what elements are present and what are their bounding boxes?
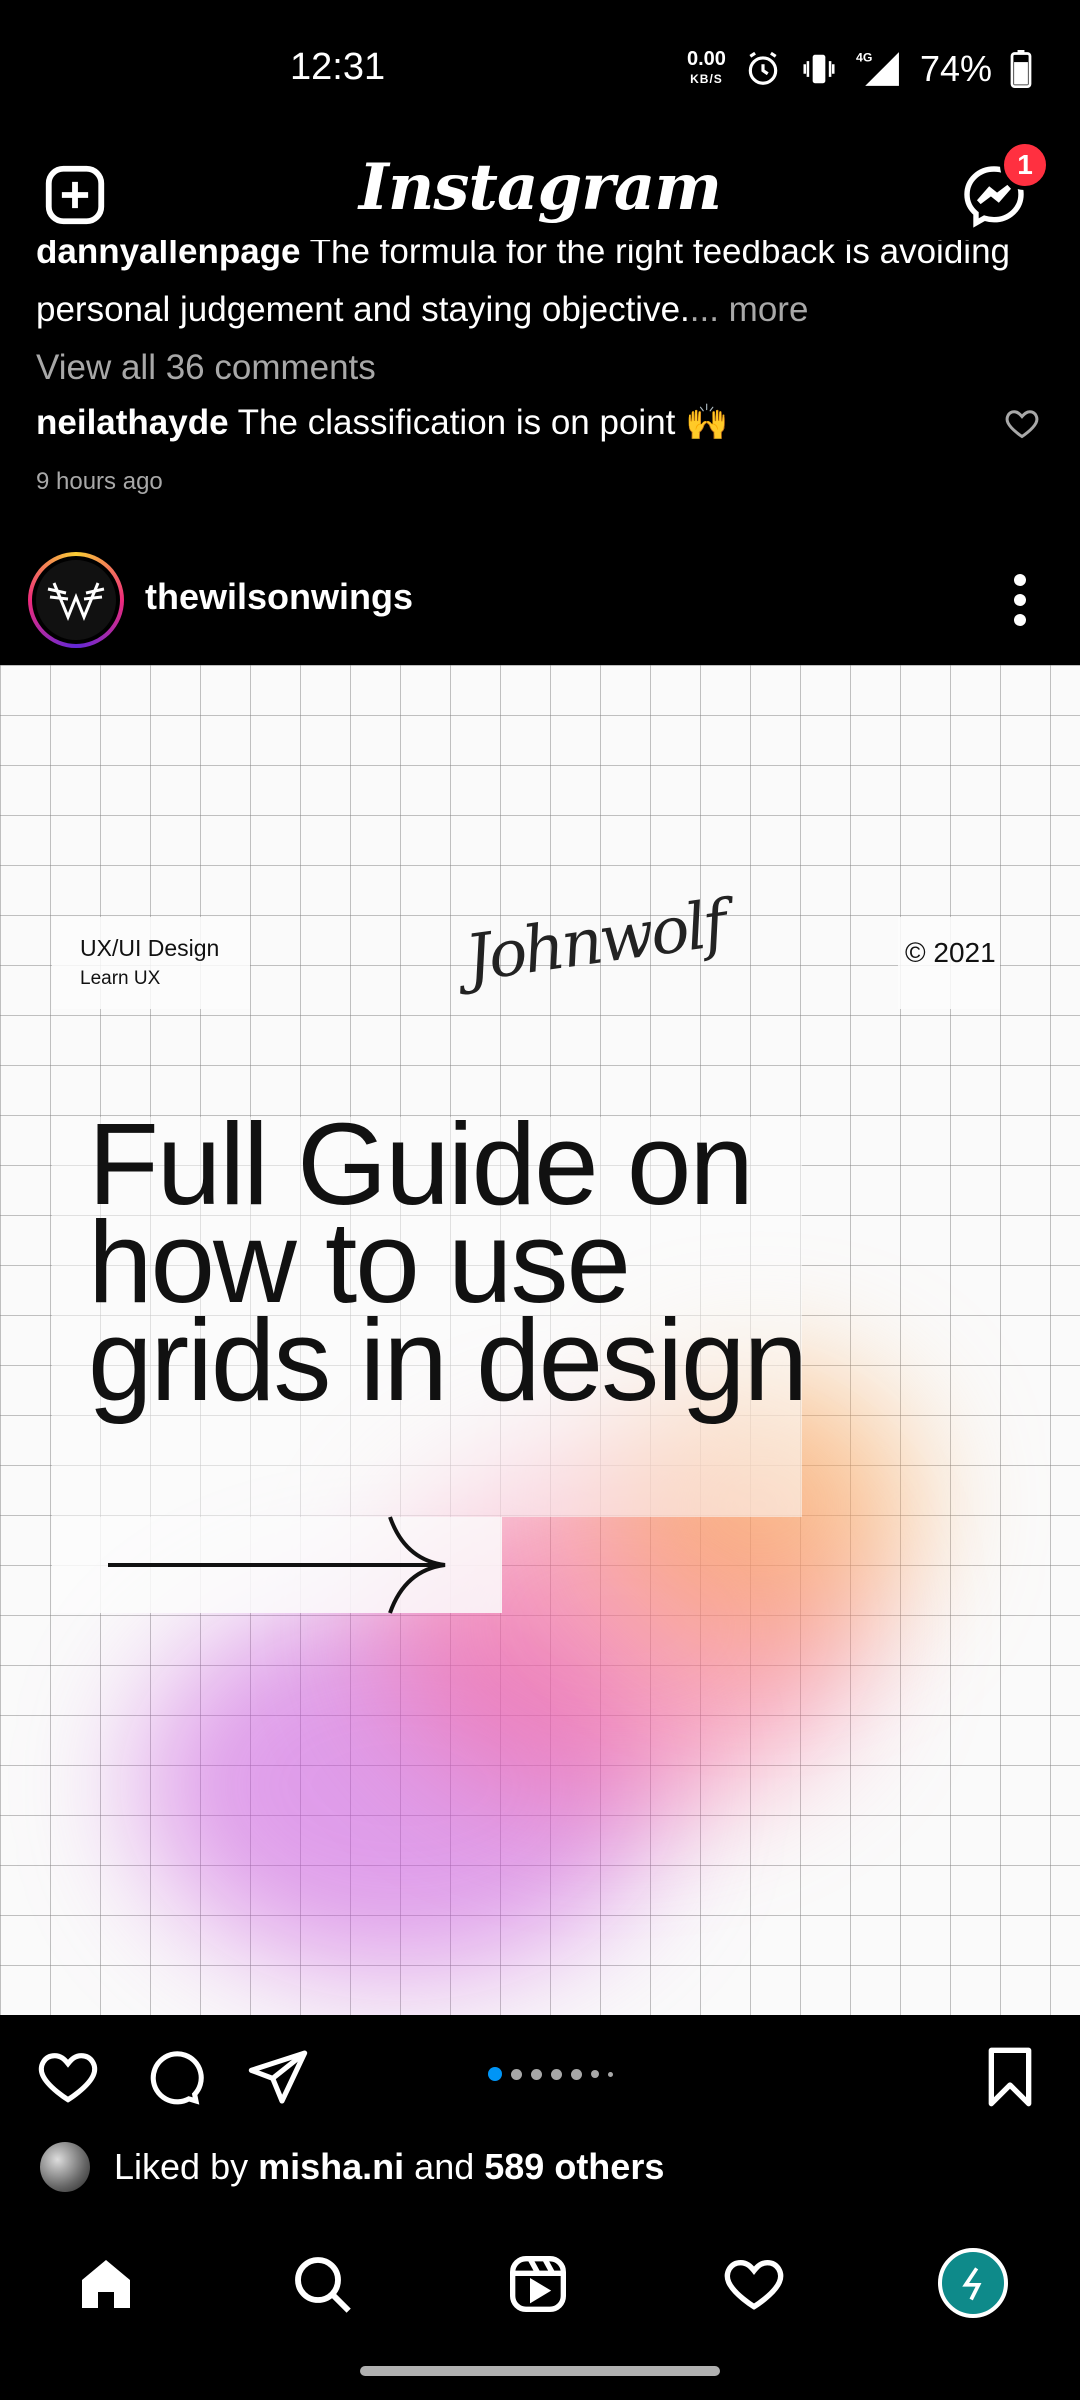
send-icon (248, 2050, 308, 2104)
signal-icon: 4G (856, 49, 902, 89)
status-bar: 12:31 0.00 KB/S 4G 74% (0, 0, 1080, 140)
search-icon (295, 2257, 351, 2313)
home-indicator[interactable] (360, 2366, 720, 2376)
likes-summary[interactable]: Liked by misha.ni and 589 others (114, 2146, 664, 2188)
carousel-dot (531, 2068, 542, 2080)
carousel-dot (608, 2071, 613, 2077)
headline: Full Guide on how to use grids in design (88, 1106, 808, 1425)
comment-text: The classification is on point 🙌 (237, 403, 729, 442)
comment-like-icon[interactable] (1004, 405, 1040, 441)
comment-cropped-user[interactable]: dannyallenpage (36, 240, 301, 271)
net-speed-unit: KB/S (690, 72, 723, 86)
signature: Johnwolf (461, 887, 729, 997)
heart-icon (38, 2053, 98, 2103)
comment-username[interactable]: neilathayde (36, 403, 229, 442)
more-options-button[interactable] (1010, 570, 1030, 630)
tag-title: UX/UI Design (80, 935, 220, 961)
view-all-comments-link[interactable]: View all 36 comments (36, 348, 376, 388)
avatar[interactable] (32, 556, 120, 644)
net-speed-value: 0.00 (687, 48, 726, 70)
comment-button[interactable] (140, 2045, 204, 2114)
network-type: 4G (856, 50, 872, 64)
comment-cropped-text: The formula for the right feedback is av… (309, 240, 1011, 271)
post-actions (0, 2015, 1080, 2145)
carousel-dot (551, 2068, 562, 2080)
reels-icon (510, 2256, 566, 2312)
story-ring[interactable] (28, 552, 124, 648)
like-button[interactable] (36, 2045, 100, 2114)
share-button[interactable] (246, 2045, 310, 2114)
save-button[interactable] (980, 2045, 1040, 2114)
post-header: thewilsonwings (0, 540, 1080, 665)
liker-avatar[interactable] (40, 2142, 90, 2192)
carousel-dot (571, 2068, 582, 2080)
activity-heart-icon (724, 2259, 784, 2310)
arrow-right-icon (108, 1516, 446, 1614)
status-time: 12:31 (290, 46, 386, 88)
nav-home[interactable] (74, 2252, 138, 2321)
profile-avatar-icon (962, 2267, 982, 2301)
bookmark-icon (988, 2047, 1032, 2107)
vibrate-icon (800, 50, 838, 88)
post-timestamp: 9 hours ago (36, 468, 163, 495)
nav-activity[interactable] (722, 2252, 786, 2321)
carousel-dot (511, 2068, 522, 2080)
comment-line-text: personal judgement and staying objective… (36, 290, 690, 329)
likes-others[interactable]: 589 others (484, 2146, 664, 2187)
year-text: © 2021 (905, 937, 996, 968)
tag-subtitle: Learn UX (80, 968, 161, 989)
carousel-dot (591, 2070, 599, 2078)
post-image[interactable]: UX/UI Design Learn UX Johnwolf © 2021 Fu… (0, 665, 1080, 2015)
nav-profile[interactable] (938, 2248, 1008, 2318)
battery-percent: 74% (919, 48, 992, 89)
post-username[interactable]: thewilsonwings (145, 576, 413, 618)
likes-prefix: Liked by (114, 2146, 249, 2187)
alarm-icon (744, 50, 782, 88)
bottom-navigation (0, 2218, 1080, 2400)
headline-line-3: grids in design (88, 1295, 808, 1425)
more-link[interactable]: ... more (690, 290, 809, 329)
instagram-logo: Instagram (358, 150, 722, 225)
comment-line: personal judgement and staying objective… (36, 290, 808, 330)
comment-icon (150, 2051, 204, 2105)
battery-icon (1010, 50, 1032, 88)
carousel-indicator (488, 2067, 613, 2081)
net-speed: 0.00 KB/S (687, 49, 726, 89)
home-icon (82, 2260, 130, 2308)
comment: neilathayde The classification is on poi… (36, 402, 729, 443)
nav-search[interactable] (290, 2252, 354, 2321)
comment-cropped: dannyallenpage The formula for the right… (36, 240, 1010, 272)
more-vertical-icon (1014, 574, 1026, 626)
carousel-dot-active (488, 2067, 502, 2081)
liker-username[interactable]: misha.ni (258, 2146, 404, 2187)
tag-card: UX/UI Design Learn UX (52, 917, 250, 1009)
previous-post-comments: dannyallenpage The formula for the right… (0, 240, 1080, 530)
likes-middle: and (414, 2146, 475, 2187)
likes-row: Liked by misha.ni and 589 others (0, 2140, 1080, 2220)
nav-reels[interactable] (506, 2252, 570, 2321)
wilson-wings-logo-icon (47, 582, 105, 621)
messages-badge: 1 (1000, 140, 1050, 190)
status-icons: 0.00 KB/S 4G 74% (687, 46, 1032, 92)
